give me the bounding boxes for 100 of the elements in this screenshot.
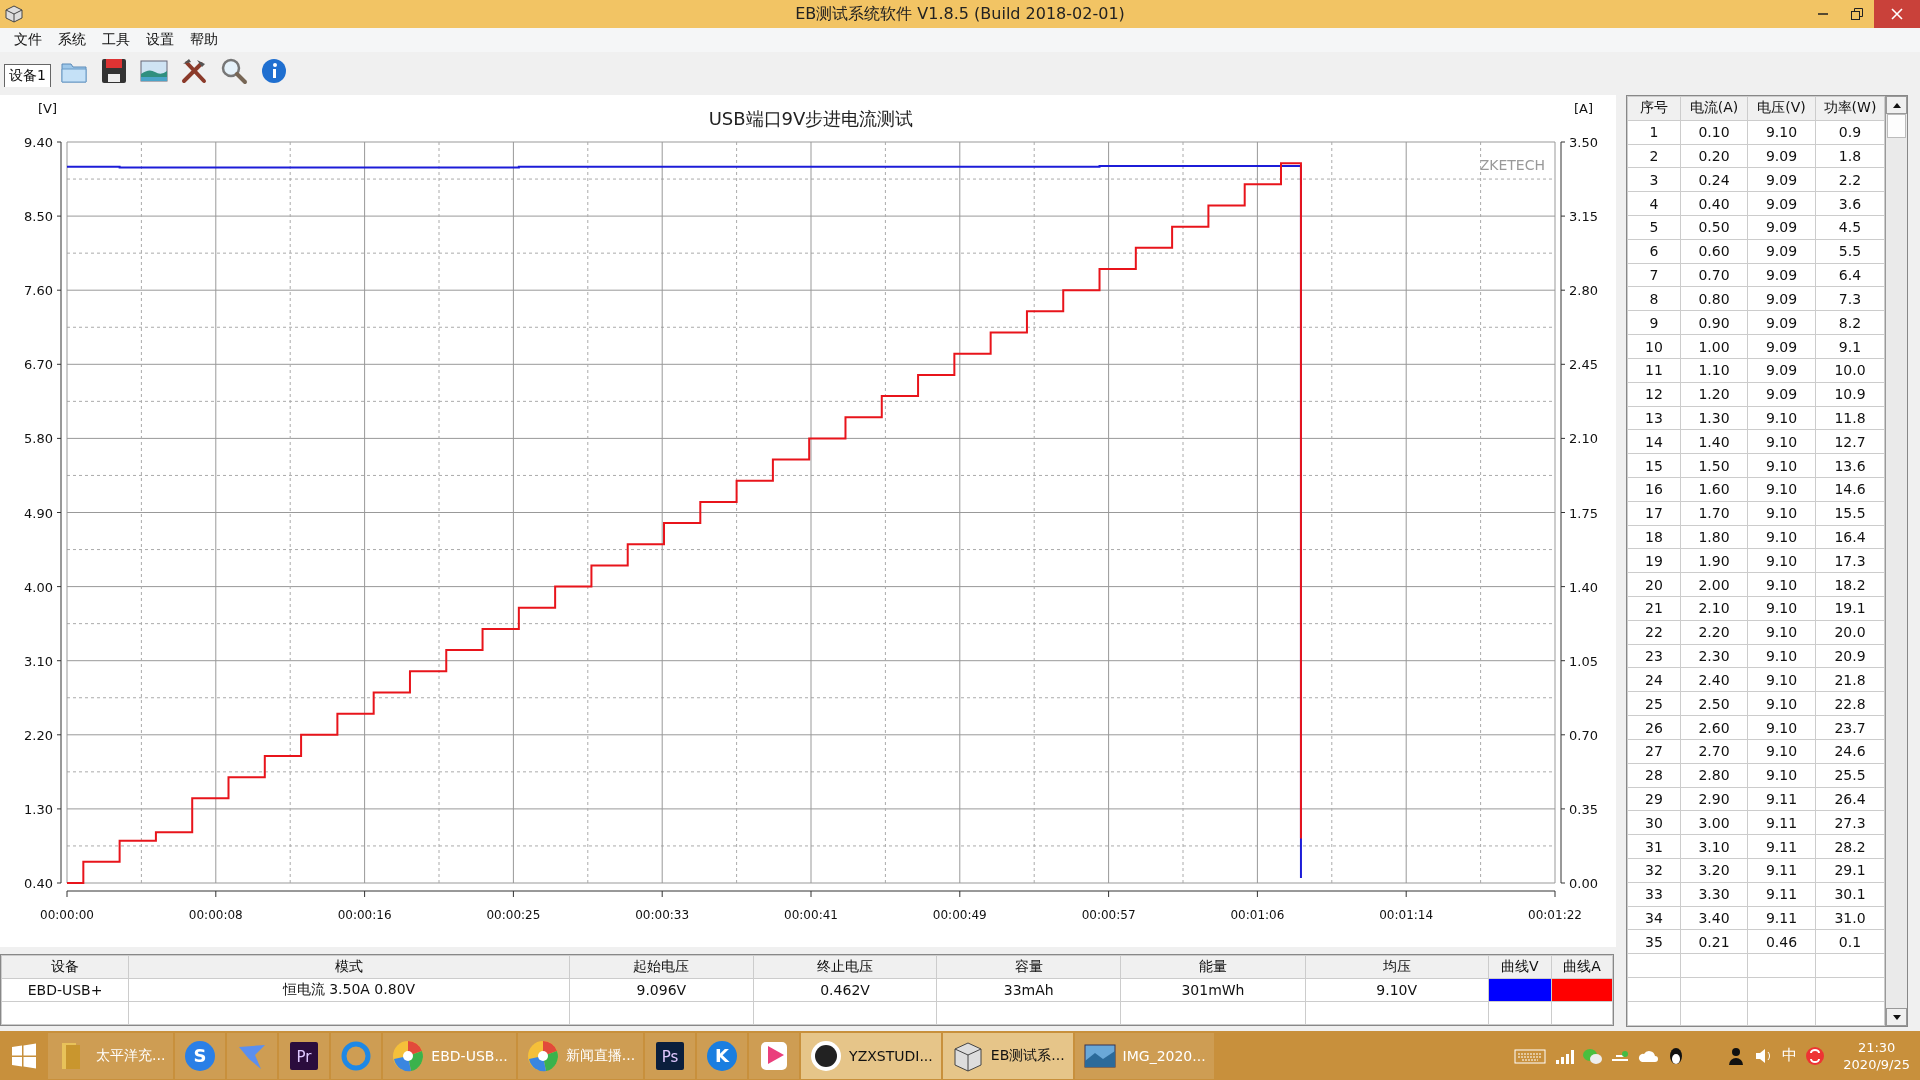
column-header: 能量 — [1120, 955, 1306, 979]
tick-label: 7.60 — [24, 283, 53, 299]
table-cell: 0.80 — [1680, 287, 1748, 311]
table-cell: 17 — [1627, 501, 1681, 526]
table-cell: 8 — [1627, 287, 1681, 311]
table-cell: 23.7 — [1815, 715, 1885, 740]
table-cell: 0.9 — [1815, 120, 1885, 145]
column-header: 模式 — [128, 955, 570, 979]
tick-label: 4.00 — [24, 579, 53, 595]
table-cell: 6.4 — [1815, 263, 1885, 287]
table-cell: 9.10 — [1747, 525, 1816, 549]
table-cell: 9.096V — [569, 978, 754, 1002]
table-cell: 19 — [1627, 548, 1681, 573]
table-cell: 14 — [1627, 429, 1681, 454]
table-cell: 0.21 — [1680, 929, 1748, 954]
app-label: IMG_2020... — [1122, 1047, 1206, 1064]
box-icon — [4, 5, 24, 23]
table-cell: 9.10 — [1747, 620, 1816, 645]
table-cell: 25.5 — [1815, 763, 1885, 788]
table-cell: 2 — [1627, 144, 1681, 168]
tick-label: 1.30 — [24, 801, 53, 817]
table-cell: 0.70 — [1680, 263, 1748, 287]
table-cell: 9.10 — [1747, 453, 1816, 478]
taskbar-icon[interactable] — [749, 1032, 800, 1079]
table-cell: 301mWh — [1120, 978, 1306, 1002]
table-cell: 35 — [1627, 929, 1681, 954]
axis-unit: [A] — [1574, 101, 1594, 116]
axis-unit: [V] — [38, 101, 58, 116]
tick-label: 00:00:08 — [188, 908, 243, 922]
app-label: EBD-USB... — [431, 1047, 508, 1064]
table-cell: 9.10 — [1747, 120, 1816, 145]
table-cell: 9.09 — [1747, 287, 1816, 311]
table-cell: 2.50 — [1680, 691, 1748, 716]
scroll-down-button[interactable] — [1886, 1008, 1907, 1026]
table-cell: 9.1 — [1815, 334, 1885, 359]
table-cell: 9.10 — [1747, 596, 1816, 621]
table-cell: 17.3 — [1815, 548, 1885, 573]
table-cell: 2.70 — [1680, 739, 1748, 764]
taskbar-button[interactable]: EB测试系... — [942, 1032, 1073, 1079]
table-cell: 9.11 — [1747, 810, 1816, 835]
table-cell: 20 — [1627, 572, 1681, 597]
minimize-icon — [1818, 13, 1828, 15]
column-header: 终止电压 — [753, 955, 937, 979]
table-cell: 1.20 — [1680, 382, 1748, 407]
table-cell: 34 — [1627, 906, 1681, 930]
scroll-thumb[interactable] — [1887, 114, 1906, 138]
tick-label: 2.80 — [1569, 283, 1598, 299]
taskbar-icon[interactable]: S — [175, 1032, 226, 1079]
table-cell: 12 — [1627, 382, 1681, 407]
taskbar-button[interactable]: YZXSTUDI... — [801, 1032, 941, 1079]
table-cell: 16.4 — [1815, 525, 1885, 549]
tick-label: 2.20 — [24, 727, 53, 743]
table-cell: 1.40 — [1680, 429, 1748, 454]
taskbar-icon[interactable]: Pr — [279, 1032, 330, 1079]
table-cell: 2.2 — [1815, 167, 1885, 192]
table-cell: 1.50 — [1680, 453, 1748, 478]
column-header: 容量 — [936, 955, 1121, 979]
table-cell: 24.6 — [1815, 739, 1885, 764]
taskbar-icon[interactable]: Ps — [645, 1032, 696, 1079]
menu-item[interactable]: 工具 — [94, 30, 138, 49]
menu-item[interactable]: 设置 — [138, 30, 182, 49]
tick-label: 00:00:57 — [1081, 908, 1136, 922]
table-cell: 3.00 — [1680, 810, 1748, 835]
down-arrow-icon — [1892, 1014, 1901, 1020]
table-cell: 28.2 — [1815, 834, 1885, 859]
tick-label: 2.45 — [1569, 357, 1598, 373]
table-cell: 28 — [1627, 763, 1681, 788]
column-header: 电流(A) — [1680, 96, 1748, 121]
window-title: EB测试系统软件 V1.8.5 (Build 2018-02-01) — [795, 3, 1125, 23]
menu-item[interactable]: 文件 — [6, 30, 50, 49]
table-cell: 9.09 — [1747, 144, 1816, 168]
table-cell: 26.4 — [1815, 787, 1885, 811]
menu-item[interactable]: 系统 — [50, 30, 94, 49]
table-cell: 9.10 — [1747, 715, 1816, 740]
table-cell: 27.3 — [1815, 810, 1885, 835]
tick-label: 00:01:06 — [1230, 908, 1285, 922]
scroll-up-button[interactable] — [1886, 96, 1907, 114]
table-cell: 9.10 — [1747, 644, 1816, 668]
column-header: 均压 — [1305, 955, 1489, 979]
column-header: 曲线A — [1551, 955, 1613, 979]
taskbar-icon[interactable]: K — [697, 1032, 748, 1079]
table-cell: 29 — [1627, 787, 1681, 811]
menu-item[interactable]: 帮助 — [182, 30, 226, 49]
table-cell: 1.8 — [1815, 144, 1885, 168]
logo-icon[interactable] — [1805, 1045, 1826, 1066]
device-tab[interactable]: 设备1 — [4, 63, 51, 87]
table-cell: 2.40 — [1680, 668, 1748, 692]
tick-label: 2.10 — [1569, 431, 1598, 447]
table-cell: 2.60 — [1680, 715, 1748, 740]
table-cell: 3.20 — [1680, 858, 1748, 883]
table-cell: 24 — [1627, 668, 1681, 692]
table-cell: 11.8 — [1815, 406, 1885, 430]
table-cell: 9.09 — [1747, 334, 1816, 359]
table-cell: 15 — [1627, 453, 1681, 478]
tick-label: 00:00:41 — [784, 908, 838, 922]
table-cell: 3.40 — [1680, 906, 1748, 930]
table-cell: 15.5 — [1815, 501, 1885, 526]
table-cell: 9.10 — [1747, 477, 1816, 502]
windows-icon — [11, 1042, 37, 1069]
table-cell: 12.7 — [1815, 429, 1885, 454]
